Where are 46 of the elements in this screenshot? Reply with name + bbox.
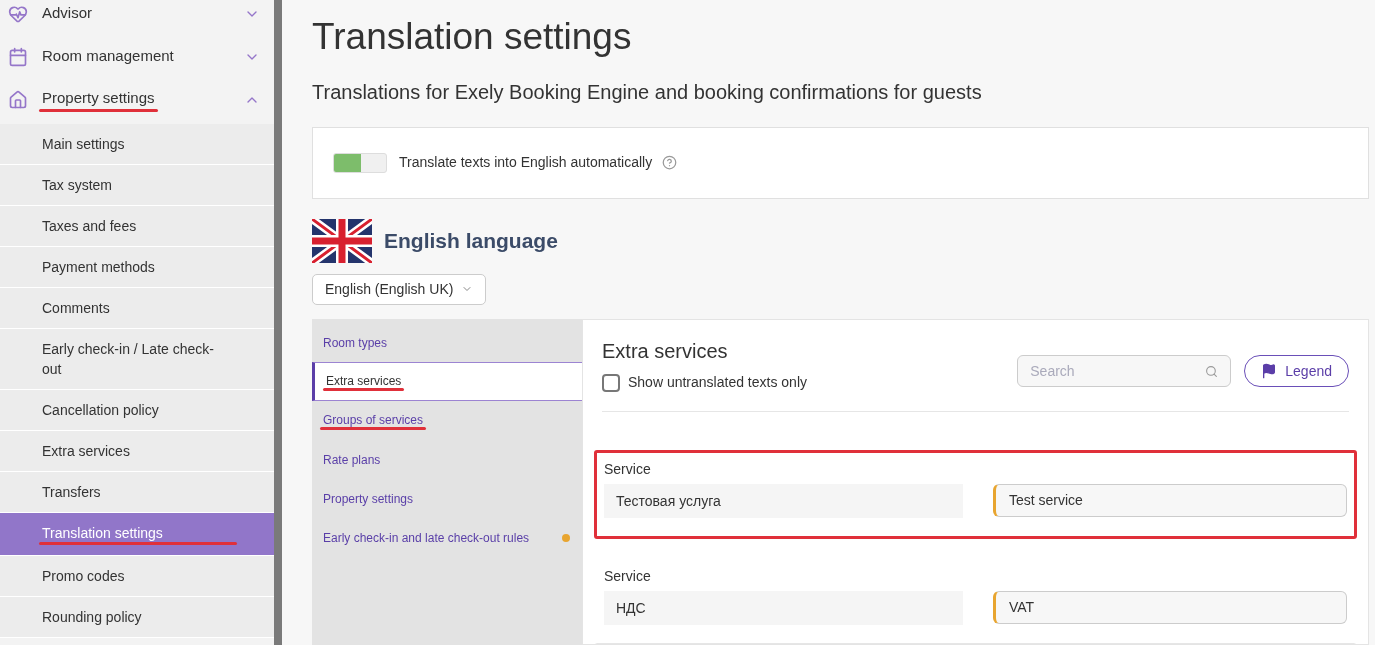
sidebar-item[interactable]: Extra services	[0, 431, 274, 472]
help-icon[interactable]	[662, 155, 678, 171]
sidebar-item[interactable]: Taxes and fees	[0, 206, 274, 247]
section-item[interactable]: Extra services	[312, 362, 582, 401]
toggle-switch[interactable]	[333, 152, 387, 173]
sidebar-item[interactable]: Main settings	[0, 124, 274, 165]
entry-label: Service	[604, 567, 652, 586]
house-icon	[8, 89, 28, 110]
sidebar-item[interactable]: Payment methods	[0, 247, 274, 288]
sidebar-item[interactable]: Comments	[0, 288, 274, 329]
panel-title: Extra services	[602, 339, 729, 364]
checkbox-label: Show untranslated texts only	[628, 373, 807, 392]
flag-icon	[312, 218, 372, 263]
entry-label: Service	[604, 460, 652, 479]
page-title: Translation settings	[312, 15, 633, 59]
sidebar-item[interactable]: Translation settings	[0, 513, 274, 556]
language-title: English language	[384, 227, 558, 254]
translation-field[interactable]: VAT	[993, 591, 1347, 624]
checkbox[interactable]	[602, 373, 620, 392]
section-item[interactable]: Groups of services	[312, 401, 582, 440]
flag-icon	[1261, 363, 1278, 379]
heart-pulse-icon	[8, 3, 28, 24]
sidebar-item[interactable]: Transfers	[0, 472, 274, 513]
search-icon	[1205, 364, 1219, 378]
toggle-label: Translate texts into English automatically	[399, 153, 653, 173]
group-label: Advisor	[42, 3, 93, 24]
section-item[interactable]: Room types	[312, 323, 582, 362]
group-label: Property settings	[42, 88, 155, 109]
sidebar-item[interactable]: Tax system	[0, 165, 274, 206]
group-label: Room management	[42, 46, 174, 67]
section-item[interactable]: Early check-in and late check-out rules	[312, 518, 582, 557]
sidebar-item[interactable]: Early check-in / Late check-out	[0, 329, 274, 390]
source-text: Тестовая услуга	[604, 484, 963, 518]
search-field[interactable]: Search	[1017, 355, 1232, 387]
calendar-icon	[8, 46, 28, 67]
scrollbar[interactable]	[274, 0, 282, 645]
section-item[interactable]: Rate plans	[312, 440, 582, 479]
section-item[interactable]: Property settings	[312, 479, 582, 518]
language-select[interactable]: English (English UK)	[312, 273, 487, 305]
page-subtitle: Translations for Exely Booking Engine and booking confirmations for guests	[312, 80, 983, 105]
search-input[interactable]: Search	[1030, 360, 1206, 382]
sidebar-item[interactable]: Cancellation policy	[0, 390, 274, 431]
sidebar-item[interactable]: Promo codes	[0, 556, 274, 597]
source-text: НДС	[604, 591, 963, 625]
sidebar-item[interactable]: Rounding policy	[0, 597, 274, 638]
translation-field[interactable]: Test service	[993, 484, 1347, 517]
